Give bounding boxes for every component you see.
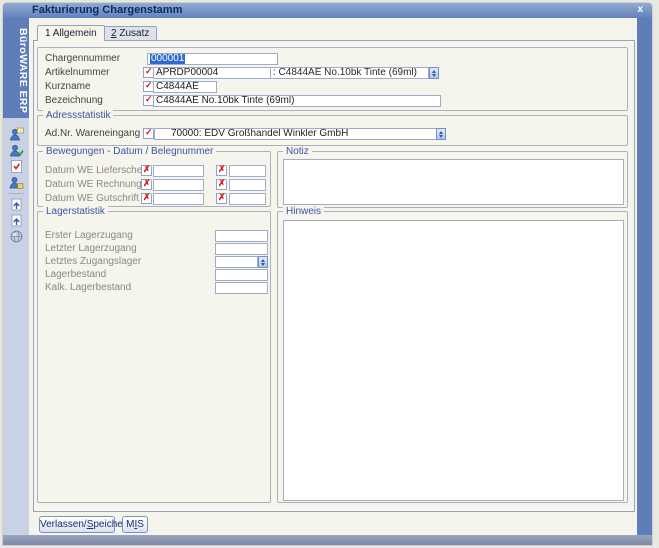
kalk-lagerbestand-input[interactable] — [215, 282, 268, 294]
artikelnummer-value: APRDP00004 — [156, 67, 218, 78]
kurzname-label: Kurzname — [45, 81, 91, 93]
datum-we-rechnung-label: Datum WE Rechnung — [45, 179, 142, 191]
doc-arrow-up-icon-2[interactable] — [9, 213, 24, 228]
bewegungen-groupbox: Bewegungen - Datum / Belegnummer Datum W… — [37, 151, 271, 207]
kalk-lagerbestand-label: Kalk. Lagerbestand — [45, 282, 131, 294]
datum-we-gutschrift-input[interactable] — [153, 193, 204, 205]
kurzname-value: C4844AE — [156, 81, 199, 92]
datum-we-lieferschein-input[interactable] — [153, 165, 204, 177]
general-groupbox: Chargennummer 000001 Artikelnummer APRDP… — [37, 47, 628, 111]
mis-button[interactable]: MIS — [122, 516, 148, 533]
erster-lagerzugang-label: Erster Lagerzugang — [45, 230, 133, 242]
adressstatistik-legend: Adressstatistik — [43, 110, 113, 121]
beleg-we-rechnung-input[interactable] — [229, 179, 266, 191]
bezeichnung-value: C4844AE No.10bk Tinte (69ml) — [156, 95, 294, 106]
globe-icon[interactable] — [9, 229, 24, 244]
datum-we-rechnung-input[interactable] — [153, 179, 204, 191]
window-bottom-frame — [3, 535, 652, 545]
tab-allgemein[interactable]: 1 Allgemein — [37, 25, 105, 41]
chargennummer-input[interactable]: 000001 — [147, 53, 278, 65]
adnr-wareneingang-label: Ad.Nr. Wareneingang — [45, 128, 140, 140]
datum-we-gutschrift-label: Datum WE Gutschrift — [45, 193, 139, 205]
user-package-icon[interactable] — [9, 175, 24, 190]
adnr-wareneingang-spinner-button[interactable] — [436, 128, 446, 140]
notiz-groupbox: Notiz — [277, 151, 628, 208]
adnr-wareneingang-combo[interactable]: 70000: EDV Großhandel Winkler GmbH — [154, 128, 437, 140]
window-title: Fakturierung Chargenstamm — [32, 4, 182, 16]
screen: Fakturierung Chargenstamm x BüroWARE ERP — [0, 0, 659, 548]
tab-allgemein-label: 1 Allgemein — [45, 28, 97, 39]
clear-beleg-icon[interactable] — [216, 165, 227, 176]
datum-we-lieferschein-label: Datum WE Lieferschein — [45, 165, 150, 177]
notiz-textarea[interactable] — [283, 159, 624, 205]
clear-beleg-icon[interactable] — [216, 193, 227, 204]
user-check-icon[interactable] — [9, 143, 24, 158]
notiz-legend: Notiz — [283, 146, 312, 157]
adressstatistik-groupbox: Adressstatistik Ad.Nr. Wareneingang 7000… — [37, 115, 628, 146]
sidebar-brand: BüroWARE ERP — [3, 18, 29, 118]
clear-date-icon[interactable] — [141, 179, 152, 190]
hinweis-textarea[interactable] — [283, 220, 624, 501]
tab-zusatz-label-post: Zusatz — [117, 28, 150, 39]
letztes-zugangslager-combo[interactable] — [215, 256, 258, 268]
tab-page-allgemein: Chargennummer 000001 Artikelnummer APRDP… — [33, 40, 635, 512]
clear-date-icon[interactable] — [141, 165, 152, 176]
erster-lagerzugang-input[interactable] — [215, 230, 268, 242]
adnr-wareneingang-value: 70000: EDV Großhandel Winkler GmbH — [171, 128, 348, 139]
lagerstatistik-legend: Lagerstatistik — [43, 206, 108, 217]
lagerstatistik-groupbox: Lagerstatistik Erster Lagerzugang Letzte… — [37, 211, 271, 503]
beleg-we-gutschrift-input[interactable] — [229, 193, 266, 205]
confirm-check-icon[interactable] — [143, 128, 154, 139]
lagerbestand-input[interactable] — [215, 269, 268, 281]
lagerbestand-label: Lagerbestand — [45, 269, 106, 281]
artikelnummer-description-text: : C4844AE No.10bk Tinte (69ml) — [273, 67, 417, 78]
hinweis-legend: Hinweis — [283, 206, 324, 217]
clear-beleg-icon[interactable] — [216, 179, 227, 190]
note-check-icon[interactable] — [9, 159, 24, 174]
sidebar-divider — [8, 193, 24, 194]
sidebar-toolbar — [3, 127, 29, 244]
artikelnummer-label: Artikelnummer — [45, 67, 109, 79]
chargennummer-value: 000001 — [150, 53, 185, 64]
artikelnummer-description: : C4844AE No.10bk Tinte (69ml) — [270, 67, 429, 79]
hinweis-groupbox: Hinweis — [277, 211, 628, 503]
verlassen-speichern-button[interactable]: Verlassen/Speichern — [39, 516, 115, 533]
bewegungen-legend: Bewegungen - Datum / Belegnummer — [43, 146, 216, 157]
mis-label-post: S — [137, 519, 144, 530]
bezeichnung-label: Bezeichnung — [45, 95, 103, 107]
title-bar: Fakturierung Chargenstamm x — [3, 3, 652, 18]
clear-date-icon[interactable] — [141, 193, 152, 204]
tab-zusatz[interactable]: 2 Zusatz — [103, 26, 157, 40]
artikelnummer-spinner-button[interactable] — [429, 67, 439, 79]
user-note-icon[interactable] — [9, 127, 24, 142]
sidebar: BüroWARE ERP — [3, 18, 29, 535]
chargennummer-label: Chargennummer — [45, 53, 120, 65]
kurzname-input[interactable]: C4844AE — [153, 81, 217, 93]
letztes-zugangslager-label: Letztes Zugangslager — [45, 256, 141, 268]
doc-arrow-up-icon[interactable] — [9, 197, 24, 212]
app-window: Fakturierung Chargenstamm x BüroWARE ERP — [3, 3, 652, 545]
beleg-we-lieferschein-input[interactable] — [229, 165, 266, 177]
letzter-lagerzugang-label: Letzter Lagerzugang — [45, 243, 137, 255]
bezeichnung-input[interactable]: C4844AE No.10bk Tinte (69ml) — [153, 95, 441, 107]
letztes-zugangslager-spinner-button[interactable] — [258, 256, 268, 268]
verlassen-label-pre: Verlassen/ — [40, 519, 87, 530]
artikelnummer-input[interactable]: APRDP00004 — [153, 67, 271, 79]
close-button[interactable]: x — [637, 3, 643, 17]
letzter-lagerzugang-input[interactable] — [215, 243, 268, 255]
client-area: 2 Zusatz 1 Allgemein Chargennummer 00000… — [29, 18, 637, 535]
